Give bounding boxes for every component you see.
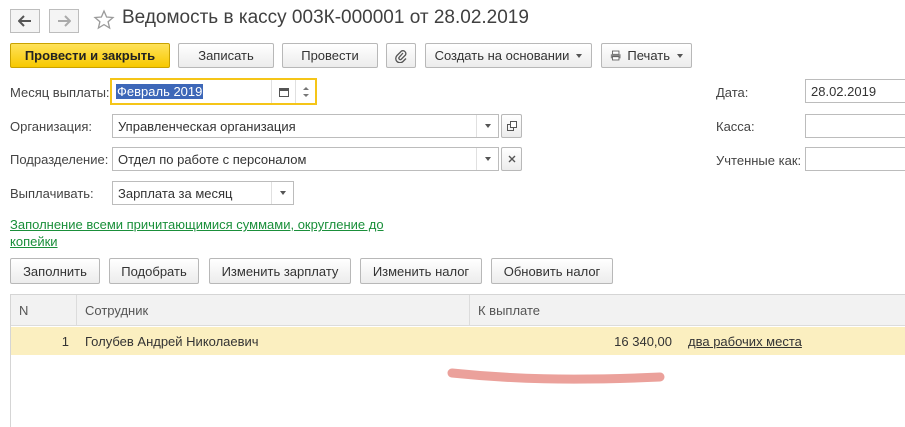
chevron-down-icon [576, 53, 583, 58]
open-icon [506, 121, 517, 131]
chevron-down-icon [677, 53, 683, 58]
month-field[interactable]: Февраль 2019 [110, 78, 317, 105]
star-icon[interactable] [93, 9, 115, 31]
create-based-on-button[interactable]: Создать на основании [425, 43, 592, 68]
department-clear-button[interactable] [501, 147, 522, 171]
pay-type-field[interactable]: Зарплата за месяц [112, 181, 294, 205]
cashbox-field[interactable] [805, 114, 905, 138]
organization-field[interactable]: Управленческая организация [112, 114, 499, 138]
fill-button[interactable]: Заполнить [10, 258, 100, 284]
calendar-button[interactable] [271, 80, 295, 103]
row-employee: Голубев Андрей Николаевич [85, 333, 259, 349]
update-tax-button[interactable]: Обновить налог [491, 258, 613, 284]
printer-icon [610, 50, 621, 61]
fill-link-line1: Заполнение всеми причитающимися суммами,… [10, 217, 384, 232]
month-spinner[interactable] [295, 80, 315, 103]
organization-open-button[interactable] [501, 114, 522, 138]
department-dropdown[interactable] [476, 148, 498, 170]
department-value: Отдел по работе с персоналом [118, 151, 307, 167]
counted-as-field[interactable] [805, 147, 905, 171]
row-number: 1 [61, 333, 69, 349]
column-header-n[interactable]: N [11, 295, 77, 326]
table-row[interactable]: 1 Голубев Андрей Николаевич 16 340,00 дв… [11, 327, 905, 355]
page-title: Ведомость в кассу 003К-000001 от 28.02.2… [122, 7, 529, 28]
chevron-down-icon [279, 191, 286, 195]
organization-dropdown[interactable] [476, 115, 498, 137]
pick-button[interactable]: Подобрать [109, 258, 199, 284]
annotation-underline-stroke [447, 368, 665, 384]
row-workplace-link[interactable]: два рабочих места [688, 327, 802, 355]
change-salary-button[interactable]: Изменить зарплату [209, 258, 351, 284]
cashbox-label: Касса: [716, 119, 755, 134]
arrow-left-icon [18, 15, 31, 27]
column-header-amount[interactable]: К выплате [470, 295, 905, 326]
organization-value: Управленческая организация [118, 118, 296, 134]
counted-as-label: Учтенные как: [716, 153, 802, 168]
arrow-right-icon [58, 15, 71, 27]
back-button[interactable] [10, 9, 40, 33]
chevron-down-icon [484, 124, 491, 128]
print-button[interactable]: Печать [601, 43, 692, 68]
print-label: Печать [627, 48, 670, 63]
post-button[interactable]: Провести [282, 43, 378, 68]
save-button[interactable]: Записать [178, 43, 274, 68]
clear-icon [508, 155, 515, 163]
post-and-close-button[interactable]: Провести и закрыть [10, 43, 170, 68]
row-amount: 16 340,00 [614, 333, 672, 349]
create-based-on-label: Создать на основании [434, 48, 570, 63]
month-label: Месяц выплаты: [10, 85, 110, 100]
organization-label: Организация: [10, 119, 93, 134]
chevron-down-icon [484, 157, 491, 161]
month-value: Февраль 2019 [116, 84, 204, 99]
fill-link-line2: копейки [10, 234, 58, 249]
department-field[interactable]: Отдел по работе с персоналом [112, 147, 499, 171]
forward-button[interactable] [49, 9, 79, 33]
spinner-arrows-icon [302, 86, 309, 97]
pay-type-dropdown[interactable] [271, 182, 293, 204]
column-header-employee[interactable]: Сотрудник [77, 295, 470, 326]
pay-type-label: Выплачивать: [10, 186, 94, 201]
date-label: Дата: [716, 85, 749, 100]
pay-type-value: Зарплата за месяц [118, 185, 233, 201]
change-tax-button[interactable]: Изменить налог [360, 258, 482, 284]
date-field[interactable]: 28.02.2019 [805, 79, 905, 103]
paperclip-icon [395, 49, 407, 63]
fill-rounding-link[interactable]: Заполнение всеми причитающимися суммами,… [10, 216, 384, 250]
date-value: 28.02.2019 [811, 83, 877, 99]
department-label: Подразделение: [10, 152, 109, 167]
attach-button[interactable] [386, 43, 416, 68]
calendar-icon [278, 87, 289, 97]
table-header: N Сотрудник К выплате [11, 295, 905, 326]
